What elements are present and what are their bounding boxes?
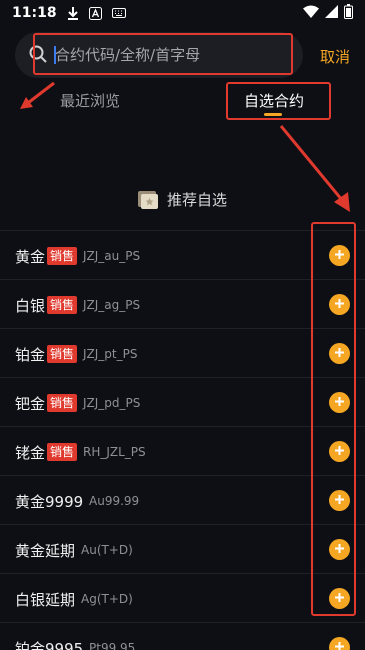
item-code: JZJ_au_PS — [83, 249, 141, 263]
plus-icon — [334, 542, 345, 557]
item-name: 铑金 — [15, 444, 46, 462]
plus-icon — [334, 444, 345, 459]
download-icon — [67, 6, 79, 20]
status-bar: 11:18 — [0, 0, 365, 26]
a-icon — [88, 6, 102, 20]
sale-badge: 销售 — [47, 443, 78, 461]
item-code: Au(T+D) — [81, 543, 133, 557]
tab-recent[interactable]: 最近浏览 — [60, 90, 120, 111]
add-to-watchlist-button[interactable] — [329, 490, 350, 511]
section-title: 推荐自选 — [167, 190, 228, 209]
tab-watchlist[interactable]: 自选合约 — [244, 90, 304, 111]
sale-badge: 销售 — [47, 394, 78, 412]
keyboard-icon — [111, 8, 126, 18]
add-to-watchlist-button[interactable] — [329, 343, 350, 364]
list-item[interactable]: 铂金9995 Pt99.95 — [0, 623, 365, 650]
signal-icon — [325, 4, 338, 22]
list-item[interactable]: 黄金 销售 JZJ_au_PS — [0, 231, 365, 280]
annotation-arrow-add — [279, 125, 350, 212]
plus-icon — [334, 395, 345, 410]
item-code: JZJ_pt_PS — [83, 347, 138, 361]
wifi-icon — [303, 5, 319, 22]
search-input[interactable] — [55, 42, 295, 68]
search-icon — [29, 45, 47, 67]
add-to-watchlist-button[interactable] — [329, 637, 350, 650]
plus-icon — [334, 640, 345, 650]
item-name: 钯金 — [15, 395, 46, 413]
item-code: JZJ_pd_PS — [83, 396, 141, 410]
list-item[interactable]: 白银 销售 JZJ_ag_PS — [0, 280, 365, 329]
item-name: 白银 — [15, 297, 46, 315]
add-to-watchlist-button[interactable] — [329, 392, 350, 413]
search-bar[interactable] — [15, 32, 303, 78]
item-code: Ag(T+D) — [81, 592, 133, 606]
sale-badge: 销售 — [47, 247, 78, 265]
add-to-watchlist-button[interactable] — [329, 294, 350, 315]
plus-icon — [334, 493, 345, 508]
item-name: 铂金9995 — [15, 640, 84, 650]
list-item[interactable]: 黄金延期 Au(T+D) — [0, 525, 365, 574]
list-item[interactable]: 铑金 销售 RH_JZL_PS — [0, 427, 365, 476]
cancel-button[interactable]: 取消 — [320, 46, 350, 67]
plus-icon — [334, 346, 345, 361]
tab-active-indicator — [264, 113, 282, 116]
item-code: Au99.99 — [89, 494, 140, 508]
item-name: 黄金 — [15, 248, 46, 266]
sale-badge: 销售 — [47, 345, 78, 363]
item-code: Pt99.95 — [89, 641, 136, 650]
plus-icon — [334, 248, 345, 263]
add-to-watchlist-button[interactable] — [329, 588, 350, 609]
add-to-watchlist-button[interactable] — [329, 441, 350, 462]
plus-icon — [334, 591, 345, 606]
list-item[interactable]: 铂金 销售 JZJ_pt_PS — [0, 329, 365, 378]
add-to-watchlist-button[interactable] — [329, 245, 350, 266]
sale-badge: 销售 — [47, 296, 78, 314]
item-name: 铂金 — [15, 346, 46, 364]
list-item[interactable]: 黄金9999 Au99.99 — [0, 476, 365, 525]
annotation-arrow-search — [20, 81, 55, 109]
folder-icon — [137, 188, 159, 210]
battery-icon — [344, 3, 353, 23]
item-code: JZJ_ag_PS — [83, 298, 141, 312]
list-item[interactable]: 白银延期 Ag(T+D) — [0, 574, 365, 623]
section-heading: 推荐自选 — [137, 188, 227, 210]
item-name: 黄金9999 — [15, 493, 84, 511]
item-name: 白银延期 — [15, 591, 76, 609]
list-item[interactable]: 钯金 销售 JZJ_pd_PS — [0, 378, 365, 427]
plus-icon — [334, 297, 345, 312]
add-to-watchlist-button[interactable] — [329, 539, 350, 560]
item-code: RH_JZL_PS — [83, 445, 146, 459]
item-name: 黄金延期 — [15, 542, 76, 560]
status-time: 11:18 — [12, 5, 57, 21]
